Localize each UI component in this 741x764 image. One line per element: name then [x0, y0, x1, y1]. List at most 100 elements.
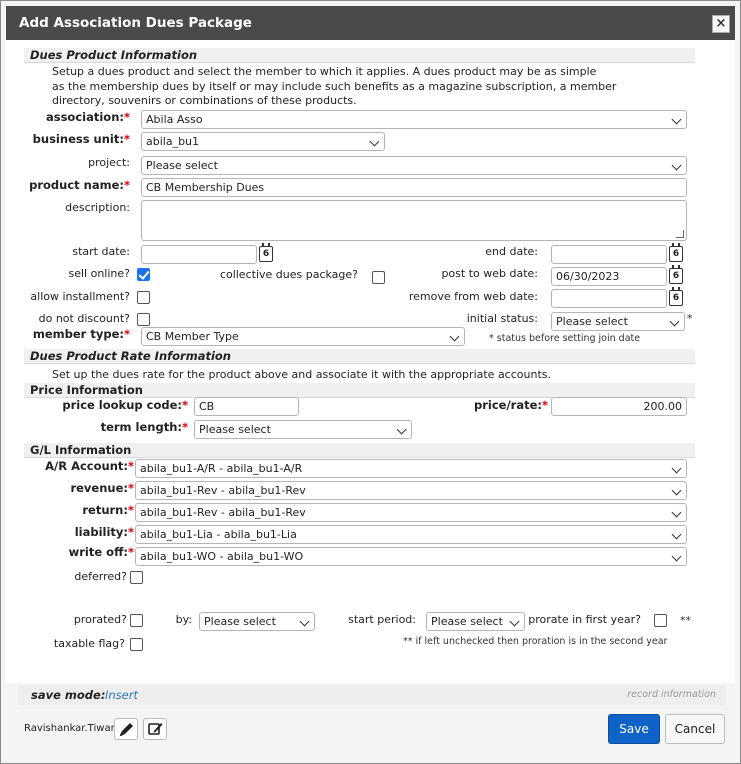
term-length-select[interactable]: Please select: [194, 420, 412, 439]
prorate-first-year-label: prorate in first year?: [528, 613, 641, 626]
dialog-titlebar: Add Association Dues Package: [6, 6, 735, 40]
cancel-button[interactable]: Cancel: [665, 714, 725, 744]
liability-label: liability:*: [74, 525, 134, 539]
chevron-down-icon: [449, 331, 460, 342]
return-select[interactable]: abila_bu1-Rev - abila_bu1-Rev: [135, 503, 687, 522]
deferred-label: deferred?: [74, 570, 127, 583]
member-type-label: member type:*: [32, 327, 130, 341]
section-product-info: Dues Product Information: [24, 48, 695, 62]
price-rate-label: price/rate:*: [473, 398, 548, 412]
write-off-select[interactable]: abila_bu1-WO - abila_bu1-WO: [135, 547, 687, 566]
section-gl-info: G/L Information: [24, 443, 695, 457]
chevron-down-icon: [369, 136, 380, 147]
write-off-label: write off:*: [68, 545, 134, 559]
sell-online-label: sell online?: [68, 267, 131, 280]
chevron-down-icon: [299, 616, 310, 627]
liability-select[interactable]: abila_bu1-Lia - abila_bu1-Lia: [135, 525, 687, 544]
description-textarea[interactable]: [141, 200, 687, 241]
calendar-icon[interactable]: 6: [669, 265, 683, 284]
rate-desc: Set up the dues rate for the product abo…: [52, 368, 551, 381]
status-note: * status before setting join date: [489, 333, 641, 344]
calendar-icon[interactable]: 6: [669, 287, 683, 306]
allow-installment-label: allow installment?: [30, 290, 130, 303]
collective-label: collective dues package?: [219, 268, 358, 281]
divider: [24, 62, 695, 63]
by-label: by:: [175, 613, 192, 626]
product-desc-line-1: Setup a dues product and select the memb…: [52, 65, 597, 78]
prorate-first-year-checkbox[interactable]: [654, 614, 667, 627]
product-desc-line-2: as the membership dues by itself or may …: [52, 80, 617, 93]
calendar-icon[interactable]: 6: [669, 243, 683, 262]
product-name-input[interactable]: CB Membership Dues: [141, 178, 687, 197]
association-select[interactable]: Abila Asso: [141, 110, 687, 129]
start-period-label: start period:: [348, 613, 416, 626]
chevron-down-icon: [509, 616, 520, 627]
price-rate-input[interactable]: 200.00: [551, 397, 687, 416]
prorated-checkbox[interactable]: [130, 614, 143, 627]
ar-account-select[interactable]: abila_bu1-A/R - abila_bu1-A/R: [135, 459, 687, 478]
chevron-down-icon: [671, 507, 682, 518]
end-date-label: end date:: [485, 245, 538, 258]
sell-online-checkbox[interactable]: [137, 268, 150, 281]
start-date-input[interactable]: [141, 245, 257, 264]
project-select[interactable]: Please select: [141, 156, 687, 175]
divider: [24, 363, 695, 364]
chevron-down-icon: [671, 114, 682, 125]
product-desc-line-3: directory, souvenirs or combinations of …: [52, 94, 357, 107]
price-lookup-label: price lookup code:*: [62, 398, 188, 412]
chevron-down-icon: [396, 424, 407, 435]
resize-handle-icon[interactable]: [676, 230, 684, 238]
post-to-web-input[interactable]: 06/30/2023: [551, 267, 667, 286]
initial-status-select[interactable]: Please select: [551, 312, 685, 331]
return-label: return:*: [82, 503, 134, 517]
collective-checkbox[interactable]: [372, 271, 385, 284]
taxable-label: taxable flag?: [53, 637, 125, 650]
do-not-discount-label: do not discount?: [38, 312, 130, 325]
brush-icon[interactable]: [114, 718, 138, 740]
business-unit-select[interactable]: abila_bu1: [141, 132, 385, 151]
chevron-down-icon: [671, 485, 682, 496]
end-date-input[interactable]: [551, 245, 667, 264]
dialog-title: Add Association Dues Package: [19, 15, 252, 31]
chevron-down-icon: [671, 160, 682, 171]
section-price-info: Price Information: [24, 383, 695, 397]
proration-note: ** if left unchecked then proration is i…: [403, 636, 668, 647]
chevron-down-icon: [671, 551, 682, 562]
business-unit-label: business unit:*: [32, 132, 130, 146]
product-name-label: product name:*: [29, 178, 130, 192]
initial-status-label: initial status:: [466, 312, 538, 325]
by-select[interactable]: Please select: [199, 612, 315, 631]
member-type-select[interactable]: CB Member Type: [141, 327, 465, 346]
start-period-select[interactable]: Please select: [426, 612, 525, 631]
section-rate-info: Dues Product Rate Information: [24, 349, 695, 363]
edit-icon[interactable]: [143, 718, 167, 740]
association-label: association:*: [45, 110, 130, 124]
allow-installment-checkbox[interactable]: [137, 291, 150, 304]
save-button[interactable]: Save: [608, 714, 660, 744]
revenue-label: revenue:*: [70, 481, 134, 495]
prorated-label: prorated?: [73, 613, 127, 626]
chevron-down-icon: [669, 316, 680, 327]
close-button[interactable]: ×: [712, 15, 730, 33]
price-lookup-input[interactable]: CB: [194, 397, 299, 416]
calendar-icon[interactable]: 6: [259, 243, 273, 262]
taxable-checkbox[interactable]: [130, 638, 143, 651]
term-length-label: term length:*: [100, 420, 188, 434]
remove-from-web-input[interactable]: [551, 289, 667, 308]
project-label: project:: [88, 156, 130, 169]
save-mode-label: save mode:: [31, 688, 106, 702]
double-star-note: **: [680, 614, 691, 627]
do-not-discount-checkbox[interactable]: [137, 313, 150, 326]
required-asterisk: *: [687, 312, 693, 325]
record-information-link[interactable]: record information: [627, 689, 716, 700]
remove-from-web-label: remove from web date:: [408, 290, 538, 303]
chevron-down-icon: [671, 529, 682, 540]
divider: [24, 457, 695, 458]
description-label: description:: [65, 201, 130, 214]
chevron-down-icon: [671, 463, 682, 474]
post-to-web-label: post to web date:: [441, 267, 538, 280]
revenue-select[interactable]: abila_bu1-Rev - abila_bu1-Rev: [135, 481, 687, 500]
user-name: Ravishankar.Tiwari: [24, 723, 118, 734]
deferred-checkbox[interactable]: [130, 571, 143, 584]
save-mode-value: Insert: [105, 688, 138, 702]
